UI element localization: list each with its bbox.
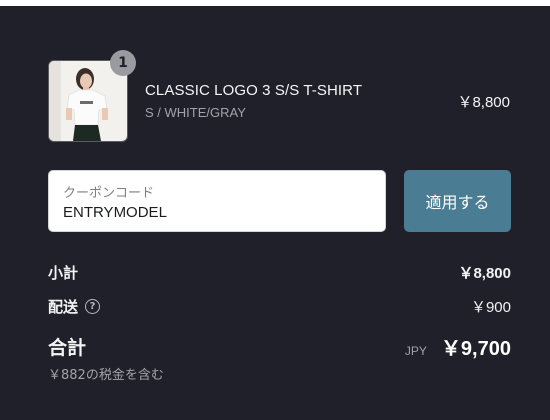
shipping-label-group: 配送 ?	[48, 296, 101, 317]
product-variant: S / WHITE/GRAY	[145, 105, 246, 120]
shipping-value: ￥900	[470, 299, 511, 316]
subtotal-label: 小計	[48, 264, 79, 282]
total-value: ￥9,700	[440, 338, 511, 360]
order-summary-panel: 1 CLASSIC LOGO 3 S/S T-SHIRT S / WHITE/G…	[0, 6, 550, 420]
line-item: 1 CLASSIC LOGO 3 S/S T-SHIRT S / WHITE/G…	[48, 50, 510, 144]
subtotal-value: ￥8,800	[458, 265, 511, 282]
total-row: 合計 JPY ￥9,700	[48, 332, 511, 361]
total-amount-group: JPY ￥9,700	[405, 332, 511, 361]
coupon-code-value[interactable]: ENTRYMODEL	[63, 204, 371, 221]
total-label: 合計	[48, 337, 87, 359]
shipping-label: 配送	[48, 298, 79, 316]
apply-coupon-button[interactable]: 適用する	[404, 170, 511, 232]
coupon-code-field[interactable]: クーポンコード ENTRYMODEL	[48, 170, 386, 232]
coupon-code-label: クーポンコード	[63, 186, 155, 201]
subtotal-row: 小計 ￥8,800	[48, 262, 511, 283]
quantity-badge: 1	[110, 50, 136, 76]
question-circle-icon[interactable]: ?	[85, 299, 101, 314]
currency-code: JPY	[404, 344, 427, 358]
product-thumbnail-wrapper: 1	[48, 50, 136, 142]
tax-note: ￥882の税金を含む	[48, 368, 164, 383]
shipping-row: 配送 ? ￥900	[48, 296, 511, 317]
product-info: CLASSIC LOGO 3 S/S T-SHIRT S / WHITE/GRA…	[145, 82, 457, 120]
product-name: CLASSIC LOGO 3 S/S T-SHIRT	[145, 82, 363, 99]
product-price: ￥8,800	[457, 93, 510, 111]
